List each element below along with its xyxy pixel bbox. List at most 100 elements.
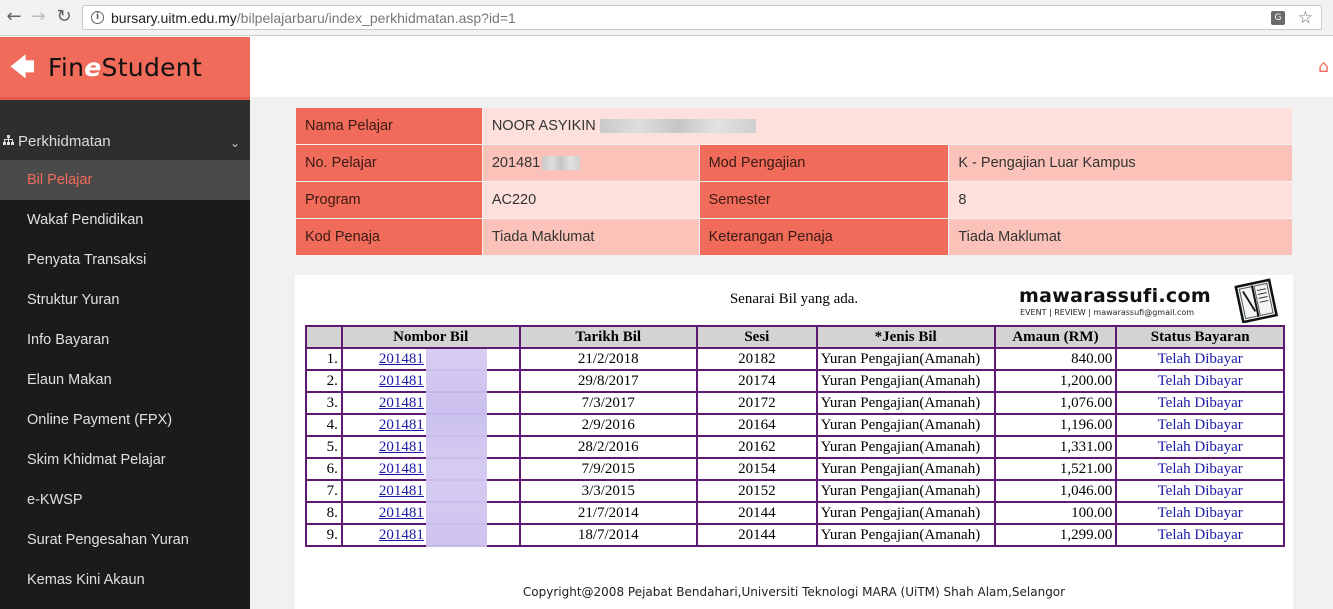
bill-session: 20172 [696, 391, 818, 415]
bill-type: Yuran Pengajian(Amanah) [815, 479, 996, 503]
bill-number-link[interactable]: 201481 [379, 505, 424, 521]
info-icon[interactable]: i [91, 11, 104, 24]
browser-toolbar: ← → ↻ i bursary.uitm.edu.my/bilpelajarba… [0, 0, 1333, 36]
mode-value: K - Pengajian Luar Kampus [948, 144, 1293, 182]
watermark-subtitle: EVENT | REVIEW | mawarassufi@gmail.com [1020, 308, 1195, 317]
col-header-payment-status: Status Bayaran [1115, 325, 1285, 349]
browser-forward-icon[interactable]: → [28, 7, 48, 27]
bookmark-star-icon[interactable]: ☆ [1298, 8, 1313, 28]
address-bar[interactable]: i bursary.uitm.edu.my/bilpelajarbaru/ind… [82, 5, 1322, 30]
url-path: /bilpelajarbaru/index_perkhidmatan.asp?i… [236, 10, 516, 26]
bill-date: 21/2/2018 [518, 347, 698, 371]
sponsor-code-value: Tiada Maklumat [481, 218, 700, 256]
bill-panel: Senarai Bil yang ada. mawarassufi.com EV… [295, 275, 1293, 609]
program-value: AC220 [481, 181, 700, 219]
menu-item-surat-pengesahan-yuran[interactable]: Surat Pengesahan Yuran [0, 520, 250, 560]
bill-type: Yuran Pengajian(Amanah) [815, 391, 996, 415]
info-row-program: Program AC220 Semester 8 [295, 181, 1293, 219]
row-number: 2. [305, 369, 343, 393]
bill-date: 18/7/2014 [518, 523, 698, 547]
menu-item-kemas-kini-akaun[interactable]: Kemas Kini Akaun [0, 560, 250, 600]
row-number: 9. [305, 523, 343, 547]
payment-status: Telah Dibayar [1115, 413, 1285, 437]
row-number: 3. [305, 391, 343, 415]
url-text[interactable]: bursary.uitm.edu.my/bilpelajarbaru/index… [111, 10, 516, 26]
col-header-session: Sesi [696, 325, 818, 349]
payment-status: Telah Dibayar [1115, 457, 1285, 481]
row-number: 8. [305, 501, 343, 525]
student-info-table: Nama Pelajar NOOR ASYIKIN No. Pelajar 20… [295, 107, 1294, 256]
bill-session: 20144 [696, 523, 818, 547]
redacted-id [542, 156, 581, 171]
bill-date: 7/9/2015 [518, 457, 698, 481]
bill-amount: 1,196.00 [993, 413, 1118, 437]
browser-back-icon[interactable]: ← [4, 7, 24, 27]
bill-type: Yuran Pengajian(Amanah) [815, 369, 996, 393]
bill-session: 20164 [696, 413, 818, 437]
menu-item-penyata-transaksi[interactable]: Penyata Transaksi [0, 240, 250, 280]
name-value-cell: NOOR ASYIKIN [481, 107, 1294, 145]
menu-item-e-kwsp[interactable]: e-KWSP [0, 480, 250, 520]
bill-date: 28/2/2016 [518, 435, 698, 459]
copyright-footer: Copyright@2008 Pejabat Bendahari,Univers… [522, 585, 1066, 599]
bill-type: Yuran Pengajian(Amanah) [815, 435, 996, 459]
semester-value: 8 [948, 181, 1293, 219]
notebook-icon [1234, 278, 1279, 323]
bill-date: 29/8/2017 [518, 369, 698, 393]
row-number: 4. [305, 413, 343, 437]
bill-number-link[interactable]: 201481 [379, 439, 424, 455]
menu-item-struktur-yuran[interactable]: Struktur Yuran [0, 280, 250, 320]
watermark: mawarassufi.com EVENT | REVIEW | mawaras… [1019, 278, 1281, 325]
bill-number-link[interactable]: 201481 [379, 417, 424, 433]
app-logo: FineStudent [48, 53, 202, 82]
menu-item-info-bayaran[interactable]: Info Bayaran [0, 320, 250, 360]
bill-type: Yuran Pengajian(Amanah) [815, 523, 996, 547]
mode-label: Mod Pengajian [698, 144, 950, 182]
menu-group-perkhidmatan[interactable]: Perkhidmatan ⌄ [0, 100, 250, 160]
info-row-name: Nama Pelajar NOOR ASYIKIN [295, 107, 1294, 145]
translate-icon[interactable]: G [1271, 11, 1285, 25]
home-icon[interactable]: ⌂ [1318, 57, 1329, 77]
col-header-bill-type: *Jenis Bil [815, 325, 996, 349]
menu-item-online-payment[interactable]: Online Payment (FPX) [0, 400, 250, 440]
logo-suffix: Student [101, 53, 203, 82]
id-value-cell: 201481 [481, 144, 700, 182]
bill-table-header: Nombor Bil Tarikh Bil Sesi *Jenis Bil Am… [305, 325, 1285, 349]
menu-item-skim-khidmat-pelajar[interactable]: Skim Khidmat Pelajar [0, 440, 250, 480]
bill-number-link[interactable]: 201481 [379, 483, 424, 499]
col-header-no [305, 325, 343, 349]
bill-number-link[interactable]: 201481 [379, 461, 424, 477]
sponsor-desc-label: Keterangan Penaja [698, 218, 950, 256]
col-header-bill-date: Tarikh Bil [518, 325, 698, 349]
row-number: 1. [305, 347, 343, 371]
menu-item-wakaf-pendidikan[interactable]: Wakaf Pendidikan [0, 200, 250, 240]
bill-session: 20152 [696, 479, 818, 503]
payment-status: Telah Dibayar [1115, 369, 1285, 393]
menu-item-elaun-makan[interactable]: Elaun Makan [0, 360, 250, 400]
col-header-bill-number: Nombor Bil [340, 325, 521, 349]
bill-session: 20162 [696, 435, 818, 459]
program-label: Program [295, 181, 483, 219]
bill-amount: 100.00 [993, 501, 1118, 525]
browser-reload-icon[interactable]: ↻ [54, 7, 74, 27]
row-number: 7. [305, 479, 343, 503]
bill-number-link[interactable]: 201481 [379, 351, 424, 367]
logo-prefix: Fin [48, 53, 85, 82]
bill-type: Yuran Pengajian(Amanah) [815, 457, 996, 481]
sitemap-icon [3, 135, 14, 145]
bill-session: 20154 [696, 457, 818, 481]
bill-number-link[interactable]: 201481 [379, 395, 424, 411]
bill-amount: 1,299.00 [993, 523, 1118, 547]
id-label: No. Pelajar [295, 144, 483, 182]
back-arrow-icon[interactable]: 🡄 [10, 55, 35, 79]
bill-number-link[interactable]: 201481 [379, 373, 424, 389]
bill-amount: 1,076.00 [993, 391, 1118, 415]
bill-amount: 1,200.00 [993, 369, 1118, 393]
bill-date: 7/3/2017 [518, 391, 698, 415]
payment-status: Telah Dibayar [1115, 479, 1285, 503]
bill-number-link[interactable]: 201481 [379, 527, 424, 543]
redacted-name [599, 119, 756, 134]
bill-amount: 1,331.00 [993, 435, 1118, 459]
menu-item-bil-pelajar[interactable]: Bil Pelajar [0, 160, 250, 200]
menu-list: Bil Pelajar Wakaf Pendidikan Penyata Tra… [0, 160, 250, 600]
